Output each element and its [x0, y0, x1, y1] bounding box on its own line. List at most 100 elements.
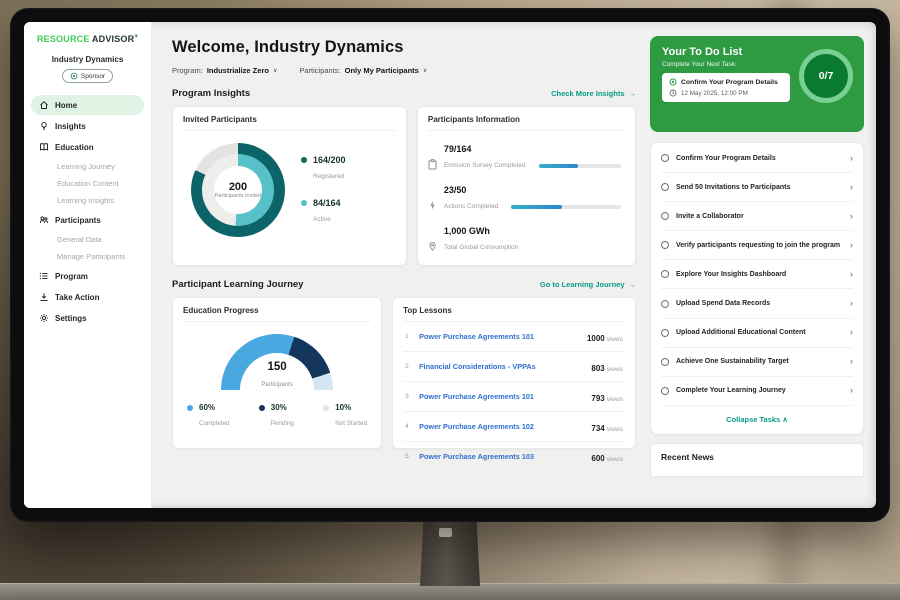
education-progress-gauge-chart: 150 Participants — [221, 334, 333, 391]
app-window: RESOURCE ADVISOR+ Industry Dynamics Spon… — [24, 22, 876, 508]
legend-dot — [187, 405, 193, 411]
task-label: Explore Your Insights Dashboard — [676, 270, 843, 279]
sidebar-nav: Home Insights Education Learning Journey… — [31, 95, 144, 328]
lesson-rank: 2 — [405, 363, 412, 370]
chevron-right-icon[interactable]: › — [850, 357, 853, 366]
task-checkbox[interactable] — [661, 154, 669, 162]
task-checkbox[interactable] — [661, 329, 669, 337]
link-label: Check More Insights — [551, 89, 624, 98]
todo-task[interactable]: Confirm Your Program Details › — [661, 144, 853, 173]
lesson-link[interactable]: Power Purchase Agreements 101 — [419, 332, 580, 341]
next-task-label: Confirm Your Program Details — [681, 79, 778, 86]
sidebar-item-program[interactable]: Program — [31, 266, 144, 286]
todo-task[interactable]: Upload Spend Data Records › — [661, 289, 853, 318]
sidebar-item-general-data[interactable]: General Data — [31, 231, 144, 248]
sidebar-item-education[interactable]: Education — [31, 137, 144, 157]
participants-information-card: Participants Information 79/164 Emission… — [417, 106, 636, 266]
target-icon — [70, 72, 78, 80]
task-label: Invite a Collaborator — [676, 212, 843, 221]
program-dropdown[interactable]: Program: Industrialize Zero ∨ — [172, 66, 277, 75]
chevron-right-icon[interactable]: › — [850, 386, 853, 395]
sidebar-item-label: Education — [55, 143, 94, 152]
home-icon — [39, 100, 49, 110]
task-checkbox[interactable] — [661, 212, 669, 220]
collapse-tasks-link[interactable]: Collapse Tasks ∧ — [661, 406, 853, 434]
legend-value: 60% — [199, 403, 229, 412]
todo-task[interactable]: Invite a Collaborator › — [661, 202, 853, 231]
sidebar-item-manage-participants[interactable]: Manage Participants — [31, 248, 144, 265]
sidebar-item-learning-journey[interactable]: Learning Journey — [31, 158, 144, 175]
lesson-row: 1 Power Purchase Agreements 101 1000view… — [403, 322, 625, 352]
lesson-rank: 1 — [405, 333, 412, 340]
task-label: Complete Your Learning Journey — [676, 386, 843, 395]
lesson-link[interactable]: Power Purchase Agreements 101 — [419, 392, 584, 401]
task-label: Send 50 Invitations to Participants — [676, 183, 843, 192]
lesson-views-suffix: views — [607, 366, 623, 373]
program-insights-header: Program Insights Check More Insights → — [172, 88, 636, 99]
sidebar-item-home[interactable]: Home — [31, 95, 144, 115]
chevron-right-icon[interactable]: › — [850, 154, 853, 163]
chevron-down-icon: ∨ — [273, 67, 277, 74]
task-label: Achieve One Sustainability Target — [676, 357, 843, 366]
chevron-right-icon[interactable]: › — [850, 241, 853, 250]
task-checkbox[interactable] — [661, 270, 669, 278]
task-checkbox[interactable] — [661, 387, 669, 395]
sidebar-item-education-content[interactable]: Education Content — [31, 175, 144, 192]
chevron-right-icon[interactable]: › — [850, 212, 853, 221]
todo-task[interactable]: Complete Your Learning Journey › — [661, 377, 853, 406]
todo-task[interactable]: Upload Additional Educational Content › — [661, 319, 853, 348]
chevron-right-icon[interactable]: › — [850, 328, 853, 337]
sidebar-item-learning-insights[interactable]: Learning Insights — [31, 192, 144, 209]
card-title: Invited Participants — [183, 115, 396, 131]
sponsor-badge-label: Sponsor — [81, 73, 105, 80]
todo-task[interactable]: Verify participants requesting to join t… — [661, 231, 853, 260]
invited-participants-card: Invited Participants 200 Participants In… — [172, 106, 407, 266]
lesson-row: 3 Power Purchase Agreements 101 793views — [403, 382, 625, 412]
legend-value: 10% — [335, 403, 367, 412]
stat-value: 1,000 GWh — [444, 226, 518, 236]
lesson-rank: 5 — [405, 453, 412, 460]
next-task-box[interactable]: Confirm Your Program Details 12 May 2025… — [662, 73, 790, 102]
filters-row: Program: Industrialize Zero ∨ Participan… — [172, 66, 636, 75]
go-to-learning-journey-link[interactable]: Go to Learning Journey → — [540, 280, 636, 289]
sidebar-item-take-action[interactable]: Take Action — [31, 287, 144, 307]
chevron-right-icon[interactable]: › — [850, 299, 853, 308]
learning-journey-header: Participant Learning Journey Go to Learn… — [172, 279, 636, 290]
card-title: Education Progress — [183, 306, 371, 322]
participants-dropdown[interactable]: Participants: Only My Participants ∨ — [299, 66, 427, 75]
stat-label: Actions Completed — [444, 203, 499, 210]
lesson-views-count: 1000 — [587, 334, 605, 343]
sidebar-item-insights[interactable]: Insights — [31, 116, 144, 136]
chevron-right-icon[interactable]: › — [850, 270, 853, 279]
todo-task[interactable]: Explore Your Insights Dashboard › — [661, 260, 853, 289]
sidebar-item-settings[interactable]: Settings — [31, 308, 144, 328]
logo-plus: + — [134, 34, 138, 40]
education-progress-card: Education Progress 150 Participants — [172, 297, 382, 449]
stat-emission-survey: 79/164 Emission Survey Completed — [428, 144, 625, 172]
todo-task[interactable]: Achieve One Sustainability Target › — [661, 348, 853, 377]
next-task-due: 12 May 2025, 12:00 PM — [681, 90, 748, 97]
donut-legend: 164/200 Registered 84/164 Active — [301, 155, 346, 226]
lesson-link[interactable]: Financial Considerations - VPPAs — [419, 362, 584, 371]
task-checkbox[interactable] — [661, 183, 669, 191]
task-label: Confirm Your Program Details — [676, 154, 843, 163]
gauge-center-value: 150 — [221, 362, 333, 374]
todo-summary-card: Your To Do List Complete Your Next Task:… — [650, 36, 864, 132]
clipboard-icon — [428, 159, 437, 170]
task-checkbox[interactable] — [661, 241, 669, 249]
lesson-row: 4 Power Purchase Agreements 102 734views — [403, 412, 625, 442]
lesson-views-count: 600 — [591, 454, 604, 463]
chevron-right-icon[interactable]: › — [850, 183, 853, 192]
task-checkbox[interactable] — [661, 300, 669, 308]
donut-center-label: Participants Invited — [215, 193, 261, 200]
sponsor-badge: Sponsor — [62, 69, 113, 83]
link-label: Go to Learning Journey — [540, 280, 625, 289]
check-more-insights-link[interactable]: Check More Insights → — [551, 89, 636, 98]
lesson-link[interactable]: Power Purchase Agreements 103 — [419, 452, 584, 461]
collapse-label: Collapse Tasks — [726, 415, 780, 424]
sidebar-item-participants[interactable]: Participants — [31, 210, 144, 230]
task-checkbox[interactable] — [661, 358, 669, 366]
legend-value: 84/164 — [313, 198, 341, 208]
todo-task[interactable]: Send 50 Invitations to Participants › — [661, 173, 853, 202]
lesson-link[interactable]: Power Purchase Agreements 102 — [419, 422, 584, 431]
